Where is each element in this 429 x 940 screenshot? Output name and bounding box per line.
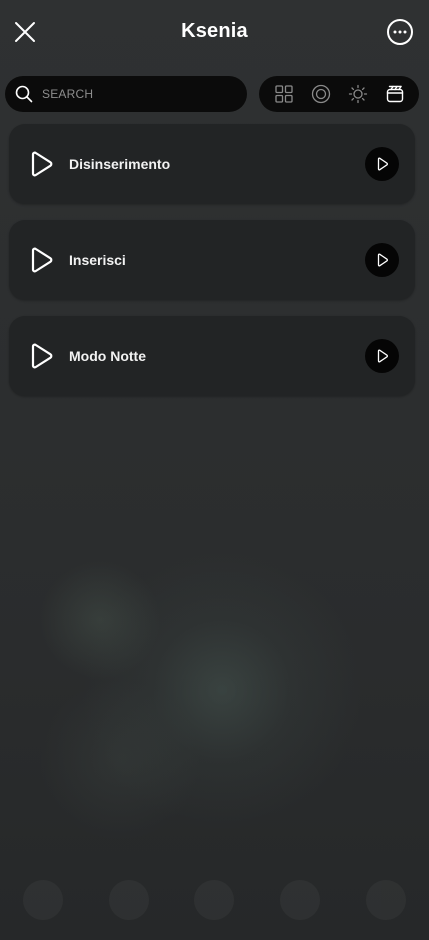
scenario-list: Disinserimento Inserisci Modo Notte: [9, 124, 415, 412]
blurred-bottom-nav: [0, 860, 429, 940]
search-icon: [15, 85, 33, 103]
scenario-label: Modo Notte: [69, 348, 146, 364]
play-outline-icon: [31, 343, 53, 369]
play-icon: [377, 253, 389, 267]
light-filter-button[interactable]: [346, 82, 370, 106]
grid-icon: [274, 85, 293, 103]
header: Ksenia: [0, 0, 429, 64]
target-icon: [311, 84, 330, 104]
target-filter-button[interactable]: [309, 82, 333, 106]
scenario-card-modo-notte[interactable]: Modo Notte: [9, 316, 415, 396]
search-bar[interactable]: [5, 76, 247, 112]
play-icon: [377, 157, 389, 171]
nav-item-placeholder: [108, 880, 149, 920]
run-scenario-button[interactable]: [365, 339, 399, 373]
nav-item-placeholder: [366, 880, 407, 920]
scenario-label: Disinserimento: [69, 156, 171, 172]
run-scenario-button[interactable]: [365, 243, 399, 277]
more-options-button[interactable]: [387, 19, 413, 45]
toolbar: [5, 76, 419, 112]
more-horizontal-icon: [393, 30, 407, 34]
nav-item-placeholder: [22, 880, 63, 920]
page-title: Ksenia: [181, 20, 248, 42]
nav-item-placeholder: [194, 880, 235, 920]
scenario-filter-button[interactable]: [383, 82, 407, 106]
scenario-label: Inserisci: [69, 252, 126, 268]
play-outline-icon: [31, 247, 53, 273]
nav-item-placeholder: [280, 880, 321, 920]
filter-bar: [259, 76, 419, 112]
grid-filter-button[interactable]: [272, 82, 296, 106]
scenario-card-disinserimento[interactable]: Disinserimento: [9, 124, 415, 204]
play-outline-icon: [31, 151, 53, 177]
scenario-card-inserisci[interactable]: Inserisci: [9, 220, 415, 300]
clapperboard-icon: [386, 85, 403, 103]
search-input[interactable]: [42, 87, 222, 101]
sun-icon: [348, 84, 367, 104]
play-icon: [377, 349, 389, 363]
run-scenario-button[interactable]: [365, 147, 399, 181]
